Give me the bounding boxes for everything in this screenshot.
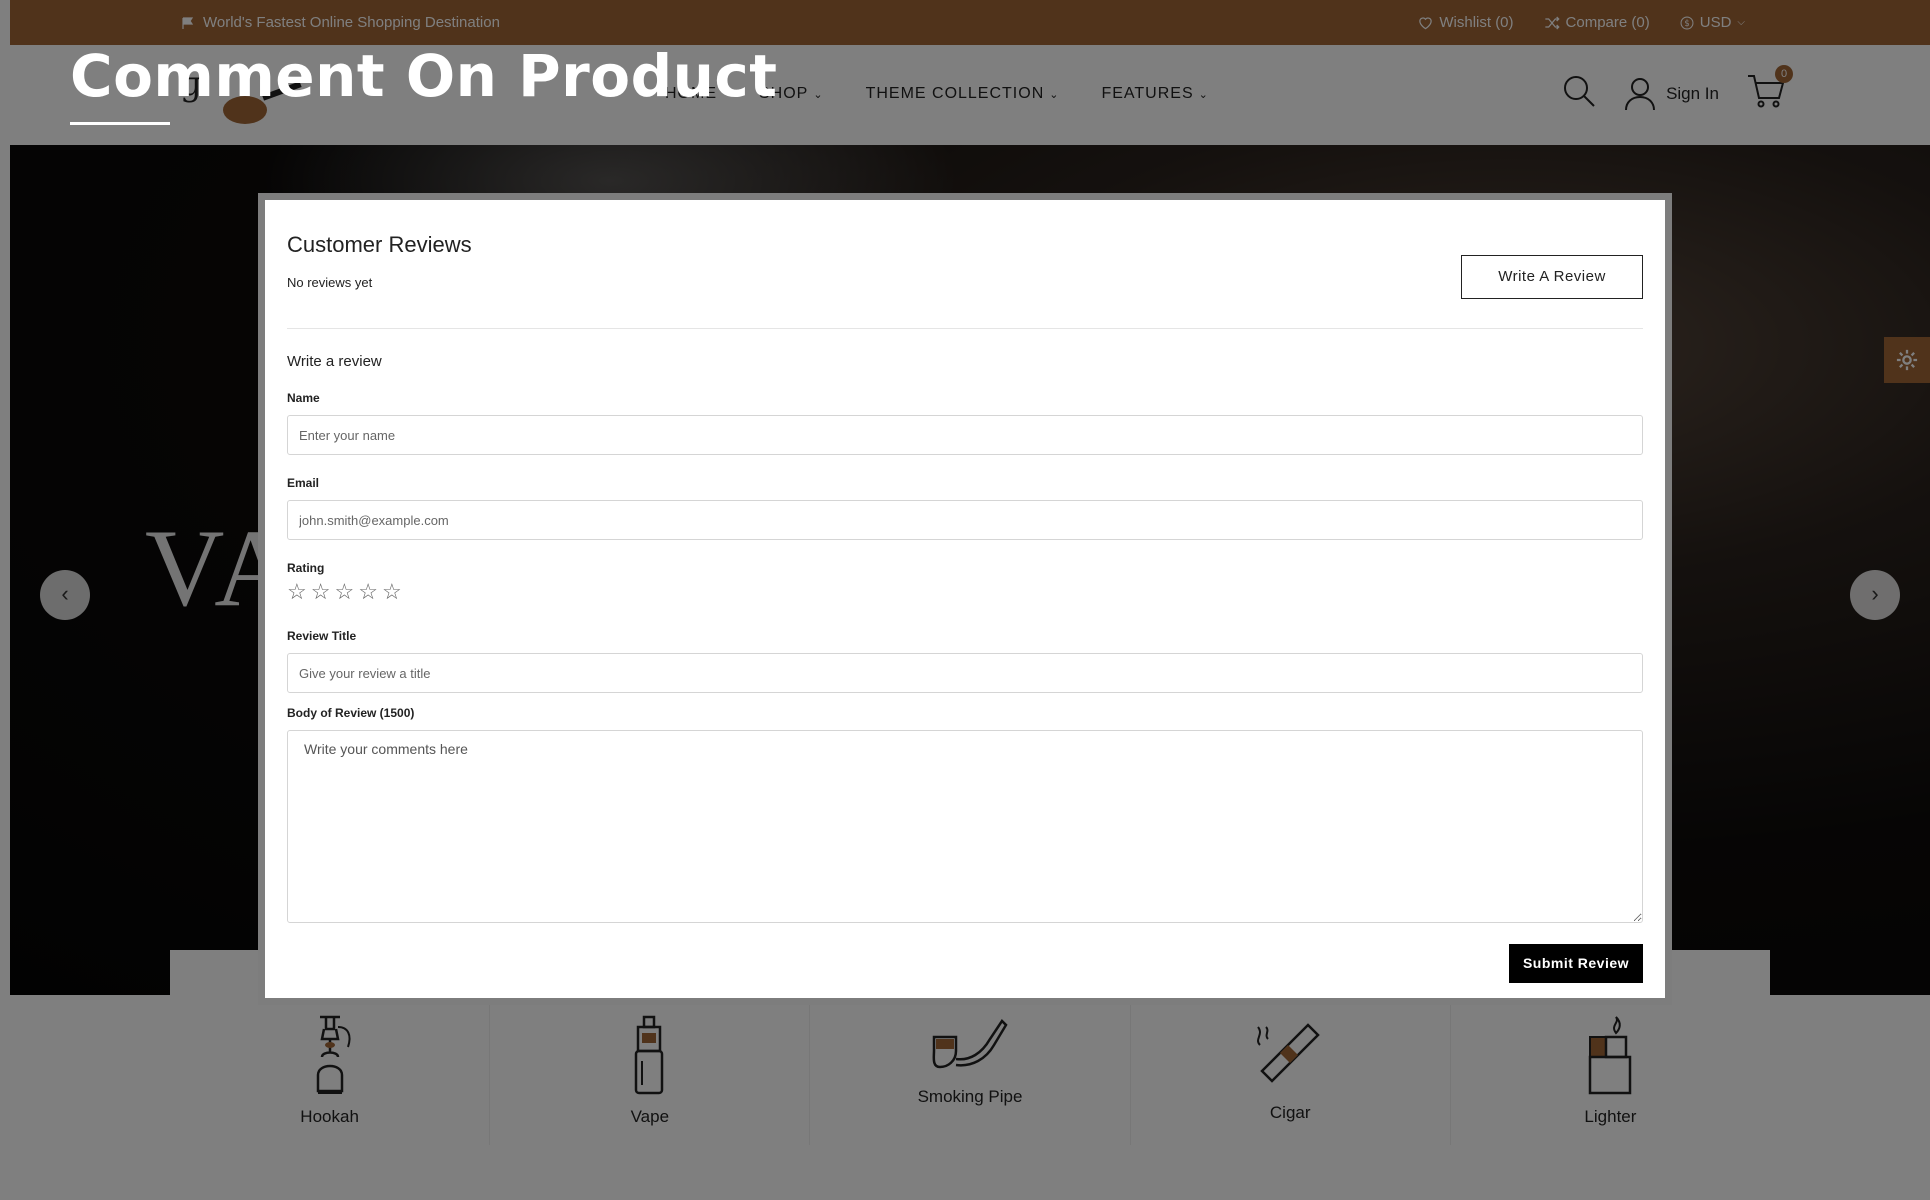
rating-stars: ☆ ☆ ☆ ☆ ☆	[287, 581, 402, 603]
star-icon[interactable]: ☆	[382, 581, 402, 603]
review-body-label: Body of Review (1500)	[287, 706, 415, 720]
customer-reviews-heading: Customer Reviews	[287, 232, 472, 257]
review-modal: Customer Reviews No reviews yet Write A …	[258, 193, 1672, 1005]
overlay-title: Comment On Product	[70, 42, 778, 110]
star-icon[interactable]: ☆	[358, 581, 378, 603]
page: World's Fastest Online Shopping Destinat…	[0, 0, 1930, 1200]
no-reviews-text: No reviews yet	[287, 275, 373, 290]
overlay-title-underline	[70, 122, 170, 125]
name-field[interactable]	[287, 415, 1643, 455]
review-title-field[interactable]	[287, 653, 1643, 693]
name-label: Name	[287, 391, 320, 405]
review-modal-content: Customer Reviews No reviews yet Write A …	[287, 200, 1643, 998]
write-review-heading: Write a review	[287, 353, 382, 370]
email-label: Email	[287, 476, 320, 490]
rating-label: Rating	[287, 561, 325, 575]
star-icon[interactable]: ☆	[287, 581, 307, 603]
submit-review-button[interactable]: Submit Review	[1509, 944, 1643, 983]
review-title-label: Review Title	[287, 629, 357, 643]
divider	[287, 328, 1643, 329]
star-icon[interactable]: ☆	[311, 581, 331, 603]
write-review-button[interactable]: Write A Review	[1461, 255, 1643, 299]
email-field[interactable]	[287, 500, 1643, 540]
star-icon[interactable]: ☆	[334, 581, 354, 603]
review-body-field[interactable]	[287, 730, 1643, 923]
